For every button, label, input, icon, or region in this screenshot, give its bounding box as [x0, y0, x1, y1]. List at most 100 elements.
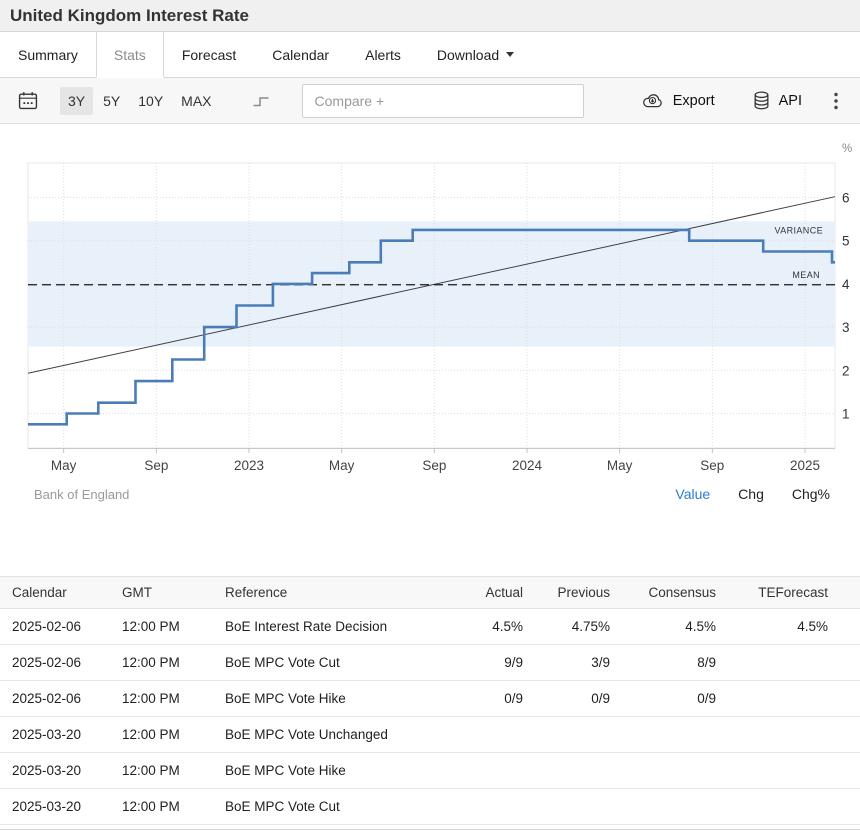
tab-summary[interactable]: Summary — [0, 32, 96, 78]
cell-reference: BoE MPC Vote Cut — [213, 645, 465, 681]
cell-teforecast: 4.5% — [728, 609, 860, 645]
mean-label: MEAN — [792, 270, 820, 280]
cell-teforecast — [728, 645, 860, 681]
calendar-table-section: Calendar GMT Reference Actual Previous C… — [0, 576, 860, 830]
range-5y-button[interactable]: 5Y — [95, 87, 128, 115]
cell-gmt: 12:00 PM — [110, 717, 213, 753]
api-label: API — [779, 93, 802, 109]
chg-link[interactable]: Chg — [738, 486, 764, 502]
cell-previous — [535, 789, 622, 825]
col-teforecast: TEForecast — [728, 577, 860, 609]
api-button[interactable]: API — [751, 87, 804, 114]
compare-input[interactable] — [302, 84, 584, 118]
col-gmt: GMT — [110, 577, 213, 609]
x-tick-label: Sep — [144, 458, 168, 473]
cell-consensus: 4.5% — [622, 609, 728, 645]
cell-reference: BoE MPC Vote Hike — [213, 681, 465, 717]
cell-consensus: 0/9 — [622, 681, 728, 717]
y-tick-label: 5 — [842, 234, 850, 249]
col-consensus: Consensus — [622, 577, 728, 609]
x-tick-label: 2024 — [512, 458, 543, 473]
cell-reference: BoE MPC Vote Unchanged — [213, 717, 465, 753]
cell-consensus — [622, 717, 728, 753]
cell-actual — [465, 789, 535, 825]
range-max-button[interactable]: MAX — [173, 87, 219, 115]
tab-stats[interactable]: Stats — [96, 32, 164, 78]
tab-label: Forecast — [182, 47, 236, 63]
rate-chart[interactable]: MaySep2023MaySep2024MaySep2025123456%VAR… — [0, 124, 860, 480]
cell-gmt: 12:00 PM — [110, 609, 213, 645]
x-tick-label: Sep — [422, 458, 446, 473]
x-tick-label: 2023 — [234, 458, 264, 473]
caret-down-icon — [506, 52, 514, 57]
cell-previous: 3/9 — [535, 645, 622, 681]
table-row[interactable]: 2025-02-0612:00 PMBoE Interest Rate Deci… — [0, 609, 860, 645]
range-selector: 3Y 5Y 10Y MAX — [60, 87, 220, 115]
cell-calendar: 2025-03-20 — [0, 789, 110, 825]
x-tick-label: May — [51, 458, 77, 473]
tab-calendar[interactable]: Calendar — [254, 32, 347, 78]
cell-gmt: 12:00 PM — [110, 753, 213, 789]
tab-bar: Summary Stats Forecast Calendar Alerts D… — [0, 32, 860, 78]
cell-consensus: 8/9 — [622, 645, 728, 681]
tab-label: Calendar — [272, 47, 329, 63]
x-tick-label: May — [607, 458, 633, 473]
unit-label: % — [842, 143, 852, 155]
chart-type-button[interactable] — [248, 89, 274, 112]
kebab-menu-icon — [834, 92, 838, 110]
page-header: United Kingdom Interest Rate — [0, 0, 860, 32]
col-previous: Previous — [535, 577, 622, 609]
cell-previous: 0/9 — [535, 681, 622, 717]
range-3y-button[interactable]: 3Y — [60, 87, 93, 115]
chart-toolbar: 3Y 5Y 10Y MAX Export API — [0, 78, 860, 124]
chart-source: Bank of England — [34, 487, 129, 502]
cell-teforecast — [728, 789, 860, 825]
export-label: Export — [673, 93, 715, 109]
table-row[interactable]: 2025-02-0612:00 PMBoE MPC Vote Cut9/93/9… — [0, 645, 860, 681]
y-tick-label: 4 — [842, 277, 850, 292]
value-link[interactable]: Value — [675, 486, 710, 502]
table-row[interactable]: 2025-02-0612:00 PMBoE MPC Vote Hike0/90/… — [0, 681, 860, 717]
step-chart-icon — [252, 93, 270, 108]
table-row[interactable]: 2025-03-2012:00 PMBoE MPC Vote Unchanged — [0, 717, 860, 753]
cell-previous: 4.75% — [535, 609, 622, 645]
cell-actual: 4.5% — [465, 609, 535, 645]
cell-actual — [465, 717, 535, 753]
x-tick-label: May — [329, 458, 355, 473]
cell-actual: 0/9 — [465, 681, 535, 717]
y-tick-label: 2 — [842, 363, 850, 378]
tab-alerts[interactable]: Alerts — [347, 32, 419, 78]
cell-actual — [465, 753, 535, 789]
table-row[interactable]: 2025-03-2012:00 PMBoE MPC Vote Cut — [0, 789, 860, 825]
calendar-range-button[interactable] — [14, 87, 42, 114]
tab-label: Alerts — [365, 47, 401, 63]
y-tick-label: 3 — [842, 320, 850, 335]
cell-teforecast — [728, 717, 860, 753]
page-title: United Kingdom Interest Rate — [10, 6, 850, 25]
cell-teforecast — [728, 753, 860, 789]
cell-gmt: 12:00 PM — [110, 789, 213, 825]
chgpct-link[interactable]: Chg% — [792, 486, 830, 502]
export-button[interactable]: Export — [639, 88, 717, 113]
tab-download[interactable]: Download — [419, 32, 532, 78]
cell-calendar: 2025-02-06 — [0, 645, 110, 681]
cell-reference: BoE MPC Vote Cut — [213, 789, 465, 825]
variance-label: VARIANCE — [774, 225, 823, 235]
range-10y-button[interactable]: 10Y — [130, 87, 171, 115]
cell-consensus — [622, 753, 728, 789]
cell-teforecast — [728, 681, 860, 717]
cell-calendar: 2025-02-06 — [0, 609, 110, 645]
col-calendar: Calendar — [0, 577, 110, 609]
cell-calendar: 2025-03-20 — [0, 753, 110, 789]
table-row[interactable]: 2025-03-2012:00 PMBoE MPC Vote Hike — [0, 753, 860, 789]
more-options-button[interactable] — [830, 88, 842, 114]
col-reference: Reference — [213, 577, 465, 609]
tab-forecast[interactable]: Forecast — [164, 32, 254, 78]
cell-calendar: 2025-02-06 — [0, 681, 110, 717]
chart-footer: Bank of England Value Chg Chg% — [0, 480, 860, 502]
cell-reference: BoE Interest Rate Decision — [213, 609, 465, 645]
chart-card: MaySep2023MaySep2024MaySep2025123456%VAR… — [0, 124, 860, 502]
tab-label: Download — [437, 47, 499, 63]
col-actual: Actual — [465, 577, 535, 609]
database-icon — [753, 91, 770, 110]
